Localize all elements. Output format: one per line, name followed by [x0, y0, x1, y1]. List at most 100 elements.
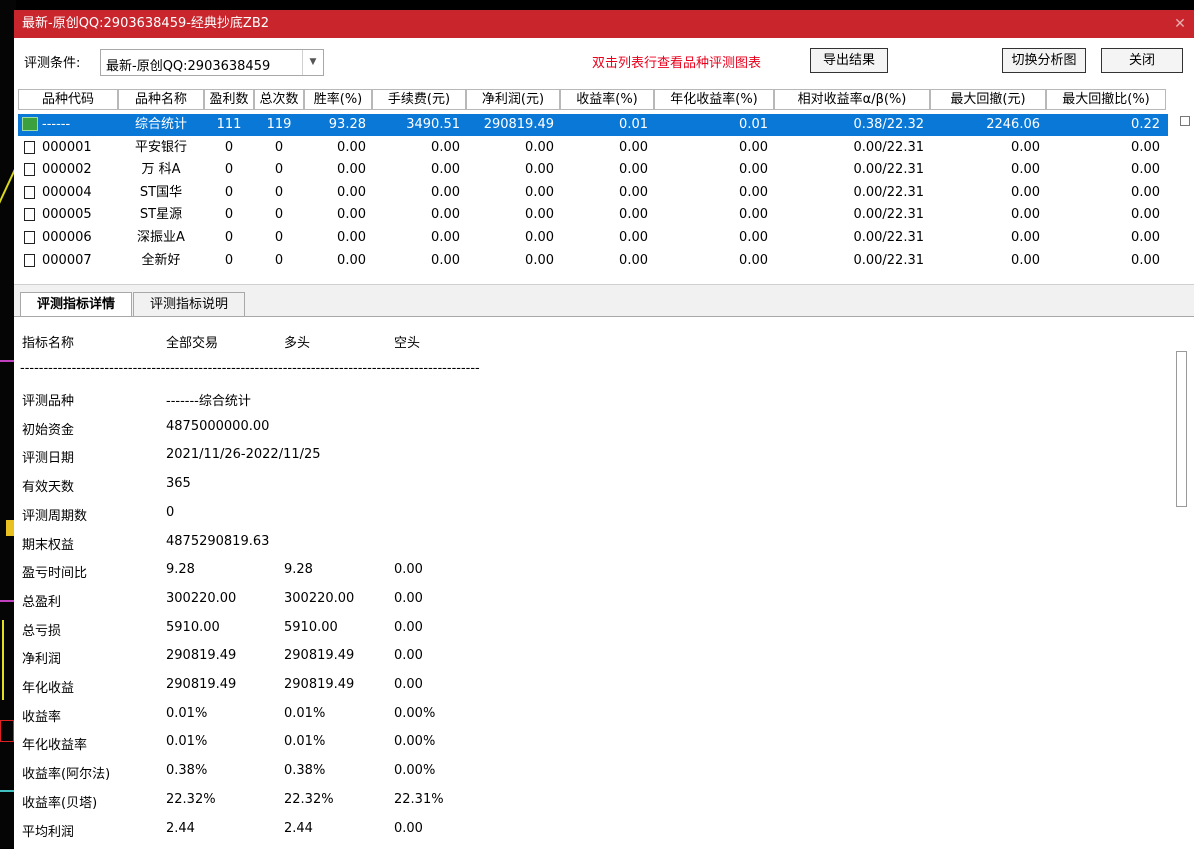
table-cell: 0	[224, 139, 234, 155]
metric-value: 0.00	[394, 562, 423, 578]
table-row[interactable]: 000001 平安银行 0 0 0.00 0.00 0.00 0.00 0.00 0.00/22.…	[18, 137, 1168, 159]
metric-value: 9.28	[284, 562, 313, 578]
table-cell: 0.00	[525, 162, 554, 178]
metric-value: 290819.49	[284, 648, 355, 664]
table-cell: 0.00	[619, 252, 648, 268]
metric-value: 290819.49	[166, 648, 237, 664]
table-cell: 0.00	[525, 230, 554, 245]
summary-icon[interactable]	[22, 117, 38, 131]
row-checkbox-icon[interactable]	[24, 231, 35, 244]
column-header[interactable]: 品种名称	[118, 89, 204, 110]
table-cell: 0.00	[1131, 252, 1160, 268]
column-header[interactable]: 最大回撤(元)	[930, 89, 1046, 110]
table-cell: 0	[274, 252, 284, 268]
column-header[interactable]: 盈利数	[204, 89, 254, 110]
table-cell: 000001	[42, 139, 92, 155]
hint-text: 双击列表行查看品种评测图表	[592, 56, 762, 71]
table-cell: 000002	[42, 162, 92, 178]
close-icon[interactable]: ✕	[1170, 10, 1190, 38]
column-header[interactable]: 最大回撤比(%)	[1046, 89, 1166, 110]
table-cell: 0	[274, 139, 284, 155]
metric-value: 365	[166, 476, 191, 492]
row-checkbox-icon[interactable]	[24, 185, 35, 199]
chevron-down-icon[interactable]: ▼	[302, 50, 323, 75]
scrollbar-thumb[interactable]	[1176, 351, 1187, 507]
metric-name: 收益率(贝塔)	[22, 795, 98, 811]
condition-select[interactable]: 最新-原创QQ:2903638459 ▼	[100, 49, 324, 76]
table-cell: 3490.51	[406, 117, 460, 132]
table-cell: 0.00/22.31	[853, 230, 924, 245]
metric-name: 评测日期	[22, 451, 75, 467]
metric-value: 290819.49	[284, 677, 355, 692]
metric-value: 5910.00	[284, 619, 338, 635]
table-row[interactable]: 000006 深振业A 0 0 0.00 0.00 0.00 0.00 0.00 0.00/22.…	[18, 227, 1168, 249]
row-checkbox-icon[interactable]	[24, 140, 35, 154]
metric-value: 4875000000.00	[166, 418, 270, 434]
table-cell: 0.00	[1131, 162, 1160, 178]
table-cell: 0.00	[1011, 230, 1040, 245]
table-cell: 0.00	[739, 162, 768, 178]
metric-value: 0.01%	[284, 734, 326, 750]
separator-line: ----------------------------------------…	[20, 361, 480, 376]
table-cell: 0.00	[1011, 139, 1040, 155]
title-bar: 最新-原创QQ:2903638459-经典抄底ZB2 ✕	[14, 10, 1194, 38]
table-cell: 0.00/22.31	[853, 162, 924, 178]
table-row[interactable]: ------ 综合统计 111 119 93.28 3490.51 290819.49 0.0…	[18, 114, 1168, 136]
table-cell: 0.00	[431, 230, 460, 245]
table-row[interactable]: 000004 ST国华 0 0 0.00 0.00 0.00 0.00 0.00 0.00/22.…	[18, 182, 1168, 204]
table-cell: 0.00	[1011, 162, 1040, 178]
tab-explanation[interactable]: 评测指标说明	[133, 292, 245, 317]
tab-details[interactable]: 评测指标详情	[20, 292, 132, 317]
detail-scrollbar[interactable]	[1174, 327, 1190, 839]
export-button[interactable]: 导出结果	[810, 48, 888, 73]
metric-name: 收益率	[22, 709, 62, 725]
row-checkbox-icon[interactable]	[24, 253, 35, 267]
metric-value: 2.44	[166, 820, 195, 836]
table-row[interactable]: 000007 全新好 0 0 0.00 0.00 0.00 0.00 0.00 0.00/22.3…	[18, 250, 1168, 272]
row-checkbox-icon[interactable]	[24, 208, 35, 222]
switch-chart-button[interactable]: 切换分析图	[1002, 48, 1086, 73]
metric-value: 0.00	[394, 590, 423, 606]
row-checkbox-icon[interactable]	[24, 163, 35, 177]
metric-name: 总盈利	[22, 594, 62, 610]
column-header[interactable]: 总次数	[254, 89, 304, 110]
table-cell: 0.22	[1131, 117, 1160, 132]
table-cell: 0.01	[739, 117, 768, 132]
metric-value: 0.00%	[394, 734, 436, 750]
column-header[interactable]: 相对收益率α/β(%)	[774, 89, 930, 110]
scroll-indicator[interactable]	[1180, 116, 1190, 126]
table-cell: 000004	[42, 184, 92, 200]
table-cell: 0.00	[431, 184, 460, 200]
metric-name: 期末权益	[22, 537, 75, 553]
table-cell: 93.28	[328, 117, 366, 132]
table-cell: 0.00	[1011, 184, 1040, 200]
table-row[interactable]: 000002 万 科A 0 0 0.00 0.00 0.00 0.00 0.00 0.00/22.…	[18, 159, 1168, 181]
table-cell: 0.00	[337, 230, 366, 245]
table-cell: ST星源	[139, 207, 183, 223]
table-cell: 0.00	[525, 184, 554, 200]
metric-name: 年化收益率	[22, 738, 88, 754]
table-cell: 0.00	[739, 230, 768, 245]
metric-name: 评测品种	[22, 394, 75, 409]
metric-value: 300220.00	[166, 590, 237, 606]
column-header[interactable]: 净利润(元)	[466, 89, 560, 110]
table-cell: ST国华	[139, 184, 183, 200]
table-cell: 000007	[42, 252, 92, 268]
column-header[interactable]: 年化收益率(%)	[654, 89, 774, 110]
table-cell: 深振业A	[137, 230, 185, 245]
metric-value: 2.44	[284, 820, 313, 836]
table-cell: 0	[274, 230, 284, 245]
metric-value: 全部交易	[166, 336, 219, 351]
metric-value: 0.01%	[166, 734, 208, 750]
table-cell: 0.00	[337, 252, 366, 268]
column-header[interactable]: 手续费(元)	[372, 89, 466, 110]
table-cell: 0	[224, 162, 234, 178]
metric-value: 0	[166, 504, 175, 520]
close-button[interactable]: 关闭	[1101, 48, 1183, 73]
table-row[interactable]: 000005 ST星源 0 0 0.00 0.00 0.00 0.00 0.00 0.00/22.…	[18, 204, 1168, 226]
column-header[interactable]: 收益率(%)	[560, 89, 654, 110]
column-header[interactable]: 品种代码	[18, 89, 118, 110]
table-cell: 0.00/22.31	[853, 184, 924, 200]
column-header[interactable]: 胜率(%)	[304, 89, 372, 110]
metric-name: 评测周期数	[22, 508, 88, 524]
